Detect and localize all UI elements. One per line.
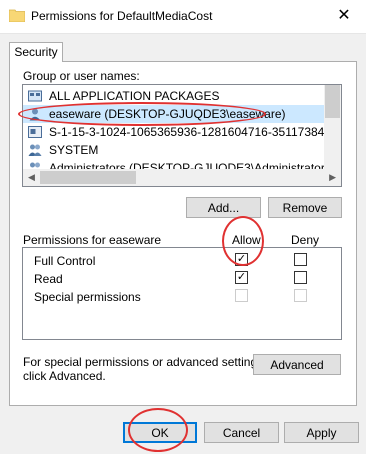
list-item-label: S-1-15-3-1024-1065365936-1281604716-3511…: [49, 125, 342, 139]
group-user-list[interactable]: ALL APPLICATION PACKAGES easeware (DESKT…: [22, 84, 342, 187]
checkmark-icon: ✓: [236, 271, 247, 283]
full-control-deny-checkbox[interactable]: [294, 253, 307, 266]
sid-icon: [28, 126, 42, 138]
list-item[interactable]: ALL APPLICATION PACKAGES: [23, 87, 333, 105]
list-item-label: ALL APPLICATION PACKAGES: [49, 89, 220, 103]
scroll-right-icon[interactable]: ▶: [329, 172, 336, 183]
advanced-button[interactable]: Advanced: [253, 354, 341, 375]
permission-name: Full Control: [34, 254, 96, 268]
special-allow-checkbox: [235, 289, 248, 302]
horizontal-scrollbar[interactable]: ◀ ▶: [23, 169, 341, 186]
list-item[interactable]: S-1-15-3-1024-1065365936-1281604716-3511…: [23, 123, 341, 141]
permissions-for-label: Permissions for easeware: [23, 233, 162, 247]
window-title: Permissions for DefaultMediaCost: [31, 9, 213, 23]
vertical-scrollbar[interactable]: [324, 85, 341, 169]
ok-button[interactable]: OK: [123, 422, 197, 443]
special-deny-checkbox: [294, 289, 307, 302]
horizontal-scroll-thumb[interactable]: [40, 171, 136, 184]
checkmark-icon: ✓: [236, 253, 247, 265]
folder-icon: [9, 9, 25, 22]
list-item-selected[interactable]: easeware (DESKTOP-GJUQDE3\easeware): [23, 105, 333, 123]
tab-security[interactable]: Security: [9, 42, 63, 62]
allow-column-header: Allow: [232, 233, 261, 247]
add-button[interactable]: Add...: [186, 197, 261, 218]
cancel-button[interactable]: Cancel: [204, 422, 279, 443]
list-item[interactable]: SYSTEM: [23, 141, 333, 159]
group-icon: [28, 144, 42, 156]
user-icon: [29, 108, 41, 121]
read-deny-checkbox[interactable]: [294, 271, 307, 284]
group-names-label: Group or user names:: [23, 69, 140, 83]
remove-button[interactable]: Remove: [268, 197, 342, 218]
advanced-note-line2: click Advanced.: [23, 369, 106, 383]
close-icon: ✕: [337, 7, 351, 24]
read-allow-checkbox[interactable]: ✓: [235, 271, 248, 284]
list-item-label: SYSTEM: [49, 143, 99, 157]
apply-button[interactable]: Apply: [284, 422, 359, 443]
vertical-scroll-thumb[interactable]: [325, 85, 340, 118]
group-icon: [28, 90, 42, 102]
close-button[interactable]: ✕: [322, 0, 366, 32]
deny-column-header: Deny: [291, 233, 320, 247]
permissions-list: Full Control Read Special permissions ✓ …: [22, 247, 342, 340]
scroll-left-icon[interactable]: ◀: [28, 172, 35, 183]
title-bar: Permissions for DefaultMediaCost ✕: [0, 0, 366, 34]
advanced-note-line1: For special permissions or advanced sett…: [23, 355, 267, 369]
full-control-allow-checkbox[interactable]: ✓: [235, 253, 248, 266]
list-item-label: easeware (DESKTOP-GJUQDE3\easeware): [49, 107, 286, 121]
permission-name: Read: [34, 272, 63, 286]
permission-name: Special permissions: [34, 290, 141, 304]
